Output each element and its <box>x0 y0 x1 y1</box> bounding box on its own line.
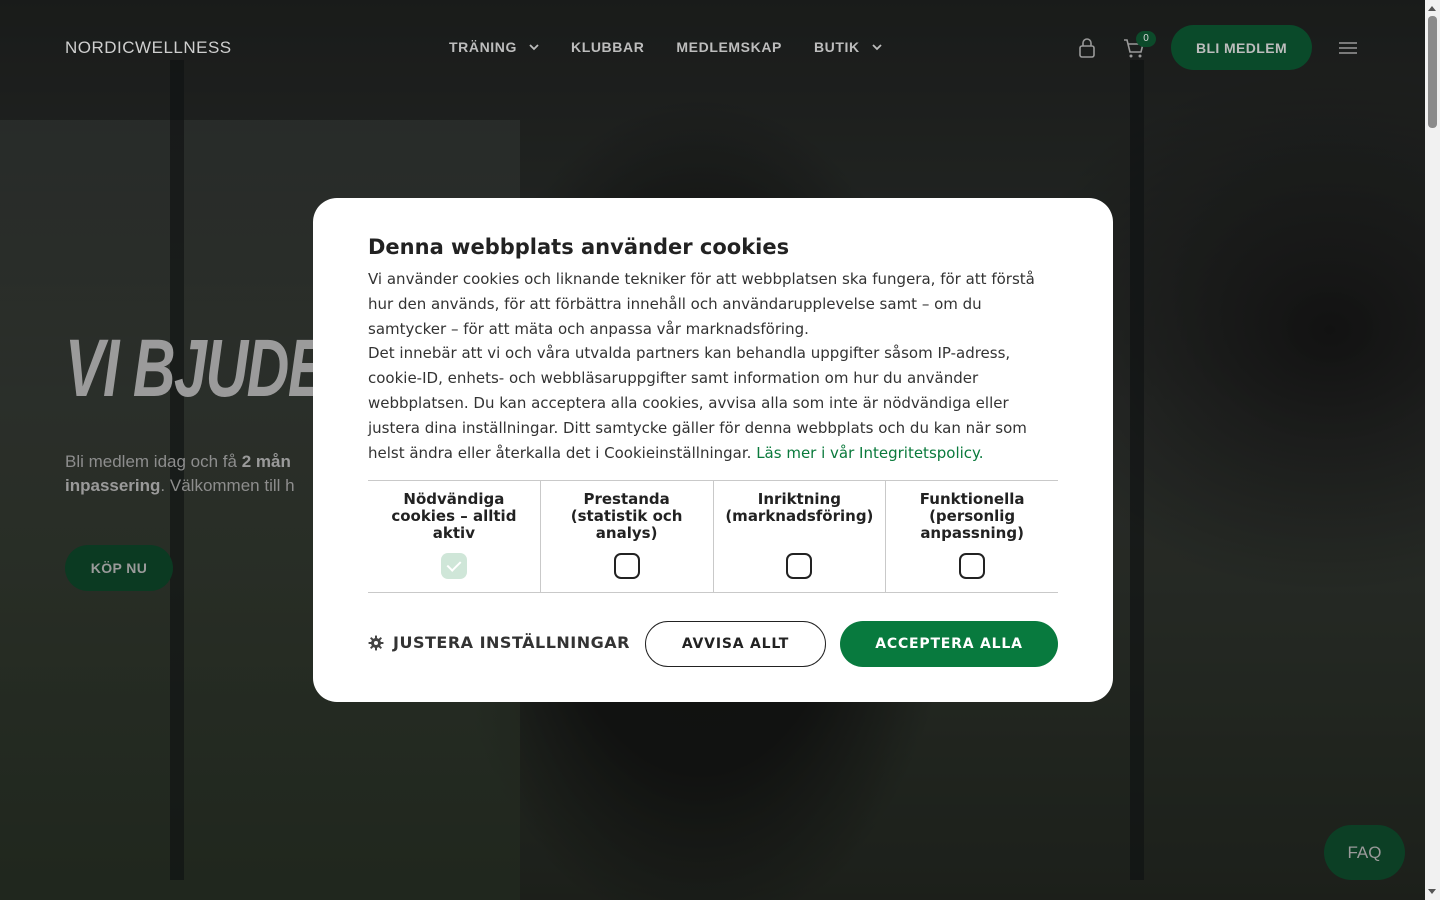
performance-checkbox[interactable] <box>613 553 640 580</box>
category-targeting: Inriktning (marknadsföring) <box>714 481 887 593</box>
hero-text-bold: inpassering <box>65 476 161 495</box>
category-functional: Funktionella (personlig anpassning) <box>886 481 1058 592</box>
hero-text-part: . Välkommen till h <box>160 476 295 495</box>
gear-icon <box>368 635 384 651</box>
menu-icon[interactable] <box>1336 36 1360 60</box>
targeting-checkbox[interactable] <box>786 553 813 580</box>
reject-all-button[interactable]: AVVISA ALLT <box>645 621 826 668</box>
hero-text-part: Bli medlem idag och få <box>65 452 242 471</box>
functional-checkbox[interactable] <box>959 553 986 580</box>
category-label: Inriktning (marknadsföring) <box>725 490 874 526</box>
nav-item-medlemskap[interactable]: MEDLEMSKAP <box>676 36 782 58</box>
cookie-dialog: Denna webbplats använder cookies Vi anvä… <box>313 198 1113 702</box>
category-label: Prestanda (statistik och analys) <box>570 490 683 542</box>
kop-nu-button[interactable]: KÖP NU <box>65 545 173 591</box>
cookie-paragraph: Det innebär att vi och våra utvalda part… <box>368 341 1058 465</box>
privacy-policy-link[interactable]: Läs mer i vår Integritetspolicy. <box>756 444 983 462</box>
scroll-down-arrow-icon[interactable] <box>1428 889 1436 894</box>
nav-item-label: MEDLEMSKAP <box>676 39 782 55</box>
background-frame <box>1130 60 1144 880</box>
adjust-settings-button[interactable]: JUSTERA INSTÄLLNINGAR <box>368 633 630 652</box>
hero-text-bold: 2 mån <box>241 452 291 471</box>
chevron-down-icon <box>529 44 539 51</box>
nav-item-label: KLUBBAR <box>570 39 645 55</box>
cookie-dialog-body: Vi använder cookies och liknande teknike… <box>368 267 1058 465</box>
lock-icon[interactable] <box>1075 36 1099 60</box>
necessary-checkbox <box>440 553 467 580</box>
scroll-up-arrow-icon[interactable] <box>1428 6 1436 11</box>
main-nav: TRÄNING KLUBBAR MEDLEMSKAP BUTIK <box>449 36 914 58</box>
adjust-settings-label: JUSTERA INSTÄLLNINGAR <box>393 633 630 653</box>
nav-item-klubbar[interactable]: KLUBBAR <box>571 36 644 58</box>
category-necessary: Nödvändiga cookies – alltid aktiv <box>368 481 541 593</box>
accept-all-button[interactable]: ACCEPTERA ALLA <box>840 621 1058 668</box>
nav-item-traning[interactable]: TRÄNING <box>449 36 539 58</box>
nav-item-label: BUTIK <box>813 39 860 55</box>
bli-medlem-button[interactable]: BLI MEDLEM <box>1171 25 1312 70</box>
cart-count-badge: 0 <box>1136 31 1156 47</box>
category-label: Funktionella (personlig anpassning) <box>919 490 1025 542</box>
cookie-dialog-title: Denna webbplats använder cookies <box>368 235 790 259</box>
site-logo[interactable]: NORDICWELLNESS <box>65 38 232 58</box>
page-scrollbar[interactable] <box>1425 0 1440 900</box>
scroll-thumb[interactable] <box>1428 16 1437 128</box>
cookie-categories: Nödvändiga cookies – alltid aktiv Presta… <box>368 480 1058 594</box>
chevron-down-icon <box>872 44 882 51</box>
cookie-actions: JUSTERA INSTÄLLNINGAR AVVISA ALLT ACCEPT… <box>368 593 1058 703</box>
cookie-paragraph: Vi använder cookies och liknande teknike… <box>368 270 1035 338</box>
category-performance: Prestanda (statistik och analys) <box>541 481 714 593</box>
category-label: Nödvändiga cookies – alltid aktiv <box>391 490 517 542</box>
site-header: NORDICWELLNESS TRÄNING KLUBBAR MEDLEMSKA… <box>0 0 1425 95</box>
nav-item-butik[interactable]: BUTIK <box>814 36 882 58</box>
faq-button[interactable]: FAQ <box>1324 825 1405 880</box>
nav-item-label: TRÄNING <box>449 39 517 55</box>
